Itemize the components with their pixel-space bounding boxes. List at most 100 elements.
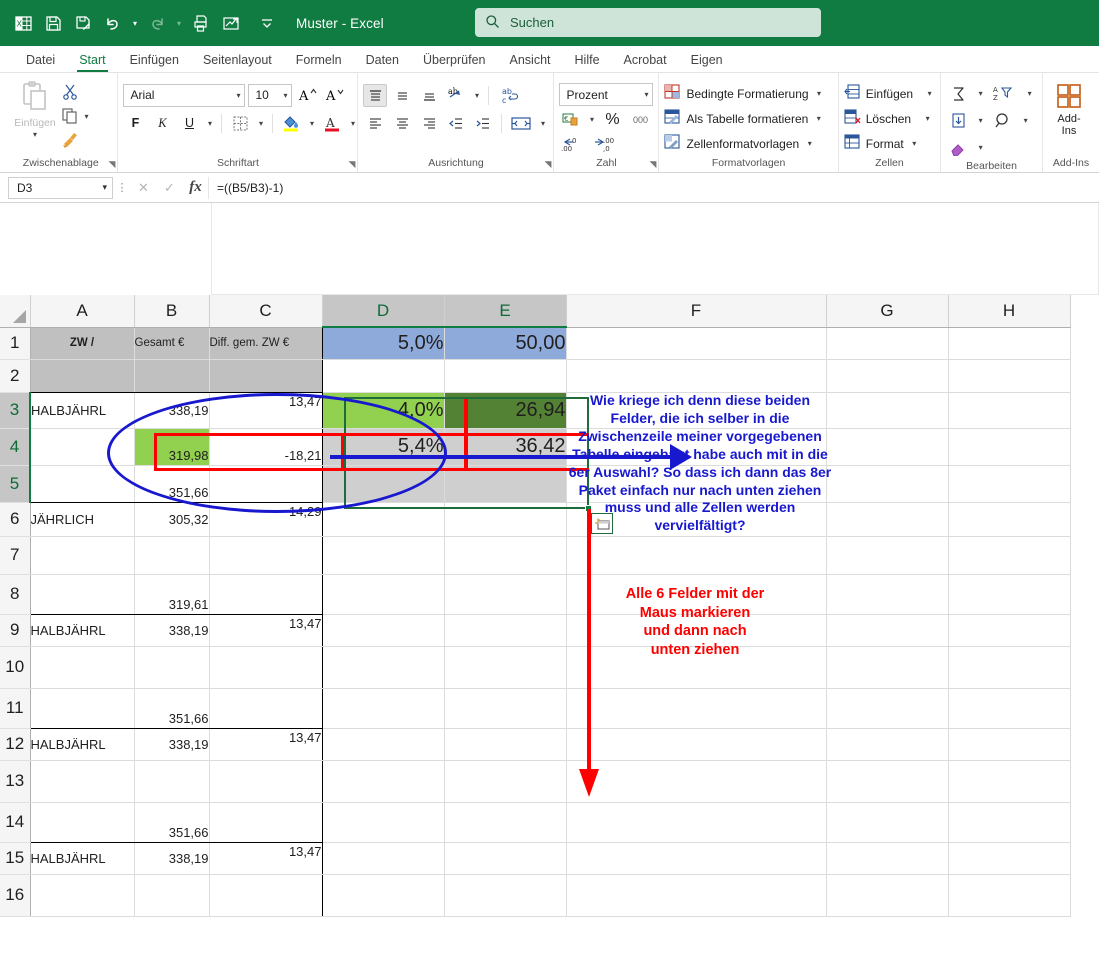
tab-seitenlayout[interactable]: Seitenlayout [191, 53, 284, 72]
decrease-font-size-icon[interactable]: A [322, 84, 346, 107]
increase-font-size-icon[interactable]: A [295, 84, 319, 107]
sort-filter-dropdown-icon[interactable]: ▾ [1024, 89, 1035, 98]
cell-f7[interactable] [566, 536, 827, 575]
orientation-dropdown-icon[interactable]: ▾ [471, 91, 482, 100]
row-header-10[interactable]: 10 [0, 646, 31, 689]
column-header-c[interactable]: C [209, 295, 323, 328]
cell-b8[interactable]: 319,61 [133, 574, 210, 615]
font-color-dropdown-icon[interactable]: ▾ [347, 119, 358, 128]
redo-icon[interactable] [142, 8, 172, 38]
column-header-e[interactable]: E [444, 295, 567, 328]
cell-d16[interactable] [322, 874, 445, 917]
cell-h14[interactable] [948, 802, 1071, 843]
row-header-11[interactable]: 11 [0, 688, 31, 729]
find-select-icon[interactable] [991, 109, 1015, 132]
row-header-14[interactable]: 14 [0, 802, 31, 843]
insert-function-icon[interactable]: fx [183, 177, 208, 199]
cell-a12[interactable]: HALBJÄHRL [29, 728, 135, 761]
cell-d12[interactable] [322, 728, 445, 761]
undo-icon[interactable] [98, 8, 128, 38]
tab-ueberpruefen[interactable]: Überprüfen [411, 53, 498, 72]
cell-g2[interactable] [826, 359, 949, 393]
column-header-h[interactable]: H [948, 295, 1071, 328]
cell-e11[interactable] [444, 688, 567, 729]
redo-dropdown-icon[interactable]: ▾ [172, 8, 186, 38]
cell-a13[interactable] [29, 760, 135, 803]
cell-c9[interactable]: 13,47 [208, 614, 323, 647]
align-left-icon[interactable] [363, 112, 387, 135]
orientation-icon[interactable]: ab [444, 84, 468, 107]
cell-b14[interactable]: 351,66 [133, 802, 210, 843]
row-header-8[interactable]: 8 [0, 574, 31, 615]
conditional-formatting-button[interactable]: Bedingte Formatierung ▾ [664, 81, 824, 106]
cell-b12[interactable]: 338,19 [133, 728, 210, 761]
paste-button[interactable]: Einfügen ▾ [9, 79, 61, 139]
cell-e9[interactable] [444, 614, 567, 647]
tab-datei[interactable]: Datei [14, 53, 67, 72]
chevron-down-icon[interactable]: ▾ [814, 89, 825, 98]
percent-format-button[interactable]: % [600, 108, 624, 131]
cell-g15[interactable] [826, 842, 949, 875]
cell-styles-button[interactable]: Zellenformatvorlagen ▾ [664, 131, 824, 156]
select-all-corner[interactable] [0, 295, 31, 328]
cell-g16[interactable] [826, 874, 949, 917]
cell-h15[interactable] [948, 842, 1071, 875]
autofill-options-button[interactable] [591, 513, 613, 534]
cell-d9[interactable] [322, 614, 445, 647]
font-dialog-launcher-icon[interactable]: ◥ [349, 159, 356, 170]
cell-h5[interactable] [948, 465, 1071, 503]
cell-h2[interactable] [948, 359, 1071, 393]
touch-draw-icon[interactable] [216, 8, 246, 38]
fill-icon[interactable] [946, 109, 970, 132]
row-header-9[interactable]: 9 [0, 614, 31, 647]
align-right-icon[interactable] [417, 112, 441, 135]
cell-f1[interactable] [566, 327, 827, 360]
align-bottom-icon[interactable] [417, 84, 441, 107]
search-box[interactable]: Suchen [475, 8, 821, 37]
formula-input[interactable]: =((B5/B3)-1) [208, 176, 1099, 199]
format-as-table-button[interactable]: Als Tabelle formatieren ▾ [664, 106, 824, 131]
cell-f11[interactable] [566, 688, 827, 729]
thousands-format-button[interactable]: 000 [627, 108, 653, 131]
cell-a8[interactable] [29, 574, 135, 615]
align-center-icon[interactable] [390, 112, 414, 135]
cell-h3[interactable] [948, 392, 1071, 429]
row-header-2[interactable]: 2 [0, 359, 31, 393]
merge-dropdown-icon[interactable]: ▾ [537, 119, 548, 128]
cell-d7[interactable] [322, 536, 445, 575]
cell-c12[interactable]: 13,47 [208, 728, 323, 761]
decrease-indent-icon[interactable] [444, 112, 468, 135]
alignment-dialog-launcher-icon[interactable]: ◥ [545, 159, 552, 170]
cell-h4[interactable] [948, 428, 1071, 466]
copy-dropdown-icon[interactable]: ▾ [81, 112, 92, 121]
column-header-b[interactable]: B [134, 295, 210, 328]
cell-a7[interactable] [29, 536, 135, 575]
delete-cells-button[interactable]: Löschen ▾ [844, 106, 935, 131]
insert-cells-button[interactable]: Einfügen ▾ [844, 81, 935, 106]
row-header-3[interactable]: 3 [0, 392, 31, 429]
currency-format-icon[interactable]: € [559, 108, 583, 131]
chevron-down-icon[interactable]: ▾ [804, 139, 815, 148]
number-format-select[interactable]: Prozent ▾ [559, 83, 654, 106]
cell-h13[interactable] [948, 760, 1071, 803]
cell-a9[interactable]: HALBJÄHRL [29, 614, 135, 647]
cell-c13[interactable] [208, 760, 323, 803]
cell-h16[interactable] [948, 874, 1071, 917]
fill-color-icon[interactable] [279, 112, 303, 135]
column-header-d[interactable]: D [322, 295, 445, 328]
chevron-down-icon[interactable]: ▾ [813, 114, 824, 123]
cell-d8[interactable] [322, 574, 445, 615]
chevron-down-icon[interactable]: ▾ [922, 114, 933, 123]
italic-button[interactable]: K [150, 112, 174, 135]
cell-d13[interactable] [322, 760, 445, 803]
cell-b6[interactable]: 305,32 [133, 502, 210, 537]
tab-einfuegen[interactable]: Einfügen [118, 53, 191, 72]
tab-hilfe[interactable]: Hilfe [563, 53, 612, 72]
cell-b16[interactable] [133, 874, 210, 917]
row-header-4[interactable]: 4 [0, 428, 31, 466]
autosum-dropdown-icon[interactable]: ▾ [975, 89, 986, 98]
cell-a10[interactable] [29, 646, 135, 689]
cell-c7[interactable] [208, 536, 323, 575]
cell-e14[interactable] [444, 802, 567, 843]
check-icon[interactable]: ✓ [157, 177, 182, 199]
